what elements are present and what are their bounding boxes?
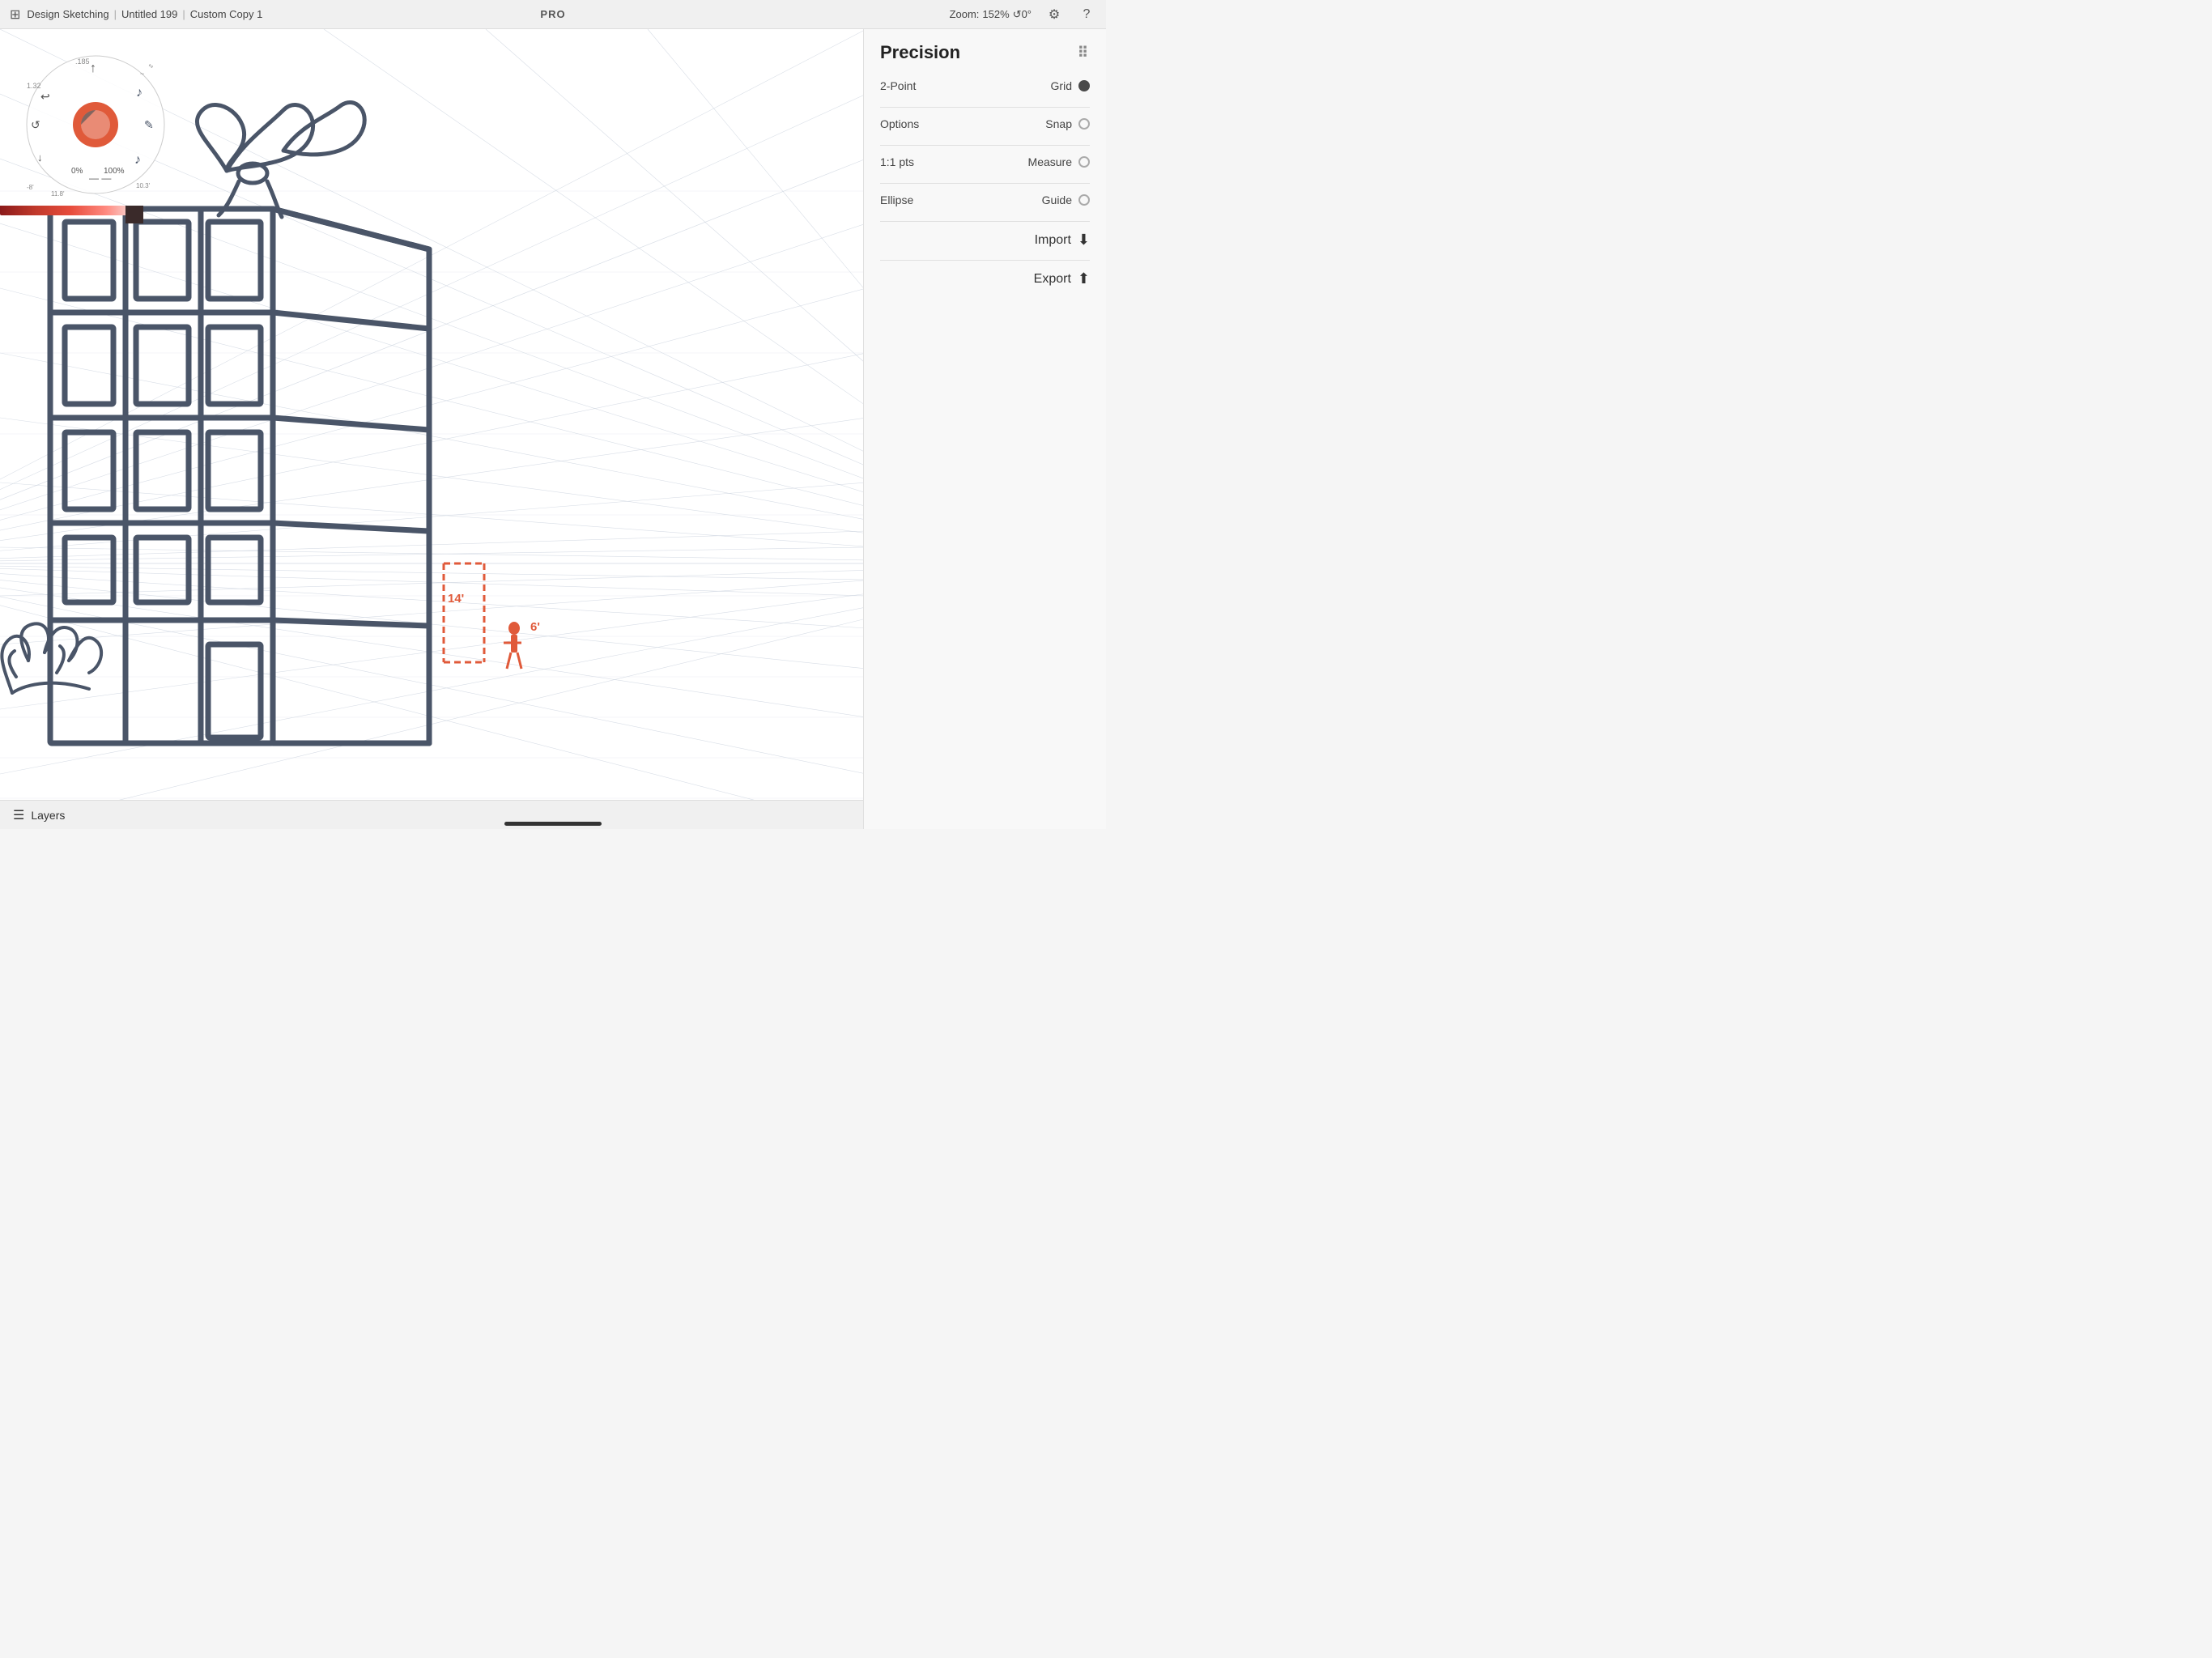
- zoom-value: 152%: [982, 8, 1009, 20]
- import-icon: ⬇: [1078, 232, 1090, 249]
- divider1: [880, 107, 1090, 108]
- measure-row: 1:1 pts Measure: [880, 155, 1090, 168]
- angle-value: ↺0°: [1013, 8, 1032, 21]
- svg-text:↑: ↑: [90, 62, 96, 75]
- snap-row: Options Snap: [880, 117, 1090, 130]
- pts-label: 1:1 pts: [880, 155, 914, 168]
- export-icon: ⬆: [1078, 270, 1090, 287]
- svg-text:~: ~: [140, 70, 144, 78]
- svg-text:.185: .185: [75, 57, 90, 66]
- width-measurement: 6': [530, 620, 540, 634]
- export-label: Export: [1034, 272, 1071, 287]
- svg-text:11.8': 11.8': [51, 190, 65, 198]
- measure-label: Measure: [1028, 155, 1072, 168]
- pro-badge: PRO: [540, 8, 565, 20]
- divider5: [880, 260, 1090, 261]
- svg-text:✎: ✎: [144, 118, 154, 131]
- zoom-label: Zoom:: [950, 8, 980, 20]
- sep2: |: [182, 8, 185, 20]
- tool-wheel[interactable]: ↑ ↩ ↺ ↓ ♪ ✎ ♪ — — 0% 100% 1.32 .185 ~ ∿ …: [23, 52, 168, 198]
- measure-toggle[interactable]: [1078, 156, 1090, 168]
- layers-label: Layers: [31, 809, 65, 822]
- top-right-controls: Zoom: 152% ↺0° ⚙ ?: [950, 5, 1096, 24]
- home-indicator: [504, 822, 602, 826]
- layers-icon: ☰: [13, 807, 24, 823]
- zoom-info[interactable]: Zoom: 152% ↺0°: [950, 8, 1032, 21]
- app-grid-icon[interactable]: ⊞: [10, 6, 20, 23]
- guide-toggle[interactable]: [1078, 194, 1090, 206]
- ellipse-label: Ellipse: [880, 193, 913, 206]
- help-button[interactable]: ?: [1077, 5, 1096, 24]
- panel-title-text: Precision: [880, 42, 960, 63]
- snap-label: Snap: [1045, 117, 1072, 130]
- divider3: [880, 183, 1090, 184]
- import-label: Import: [1035, 233, 1071, 248]
- divider2: [880, 145, 1090, 146]
- color-swatch[interactable]: [125, 206, 143, 223]
- svg-text:↺: ↺: [31, 118, 40, 131]
- svg-text:10.3': 10.3': [136, 182, 151, 189]
- file-name[interactable]: Untitled 199: [121, 8, 177, 20]
- grid-dots-icon[interactable]: ⠿: [1078, 45, 1090, 62]
- guide-row: Ellipse Guide: [880, 193, 1090, 206]
- divider4: [880, 221, 1090, 222]
- breadcrumb: Design Sketching | Untitled 199 | Custom…: [27, 8, 262, 20]
- svg-text:∿: ∿: [148, 62, 154, 70]
- options-label: Options: [880, 117, 919, 130]
- grid-row: 2-Point Grid: [880, 79, 1090, 92]
- svg-text:♪: ♪: [136, 86, 143, 100]
- svg-text:↩: ↩: [40, 90, 50, 103]
- settings-button[interactable]: ⚙: [1044, 5, 1064, 24]
- guide-label: Guide: [1042, 193, 1072, 206]
- two-point-label: 2-Point: [880, 79, 916, 92]
- right-panel: Precision ⠿ 2-Point Grid Options Snap 1:…: [863, 29, 1106, 829]
- snap-toggle[interactable]: [1078, 118, 1090, 130]
- svg-text:↓: ↓: [37, 151, 43, 164]
- svg-text:-8': -8': [27, 184, 34, 191]
- svg-text:100%: 100%: [104, 167, 125, 176]
- color-strip[interactable]: [0, 206, 142, 215]
- panel-title: Precision ⠿: [880, 42, 1090, 63]
- sep1: |: [114, 8, 117, 20]
- import-button[interactable]: Import ⬇: [880, 232, 1090, 249]
- topbar: ⊞ Design Sketching | Untitled 199 | Cust…: [0, 0, 1106, 29]
- svg-text:1.32: 1.32: [27, 82, 41, 90]
- app-name: Design Sketching: [27, 8, 108, 20]
- copy-name[interactable]: Custom Copy 1: [190, 8, 263, 20]
- height-measurement: 14': [448, 592, 464, 606]
- grid-toggle[interactable]: [1078, 80, 1090, 91]
- svg-text:♪: ♪: [134, 153, 141, 167]
- layers-button[interactable]: ☰ Layers: [0, 800, 863, 829]
- canvas-area[interactable]: 14' 6' ↑ ↩ ↺ ↓ ♪ ✎ ♪: [0, 29, 863, 829]
- svg-text:0%: 0%: [71, 167, 83, 176]
- export-button[interactable]: Export ⬆: [880, 270, 1090, 287]
- grid-label: Grid: [1051, 79, 1072, 92]
